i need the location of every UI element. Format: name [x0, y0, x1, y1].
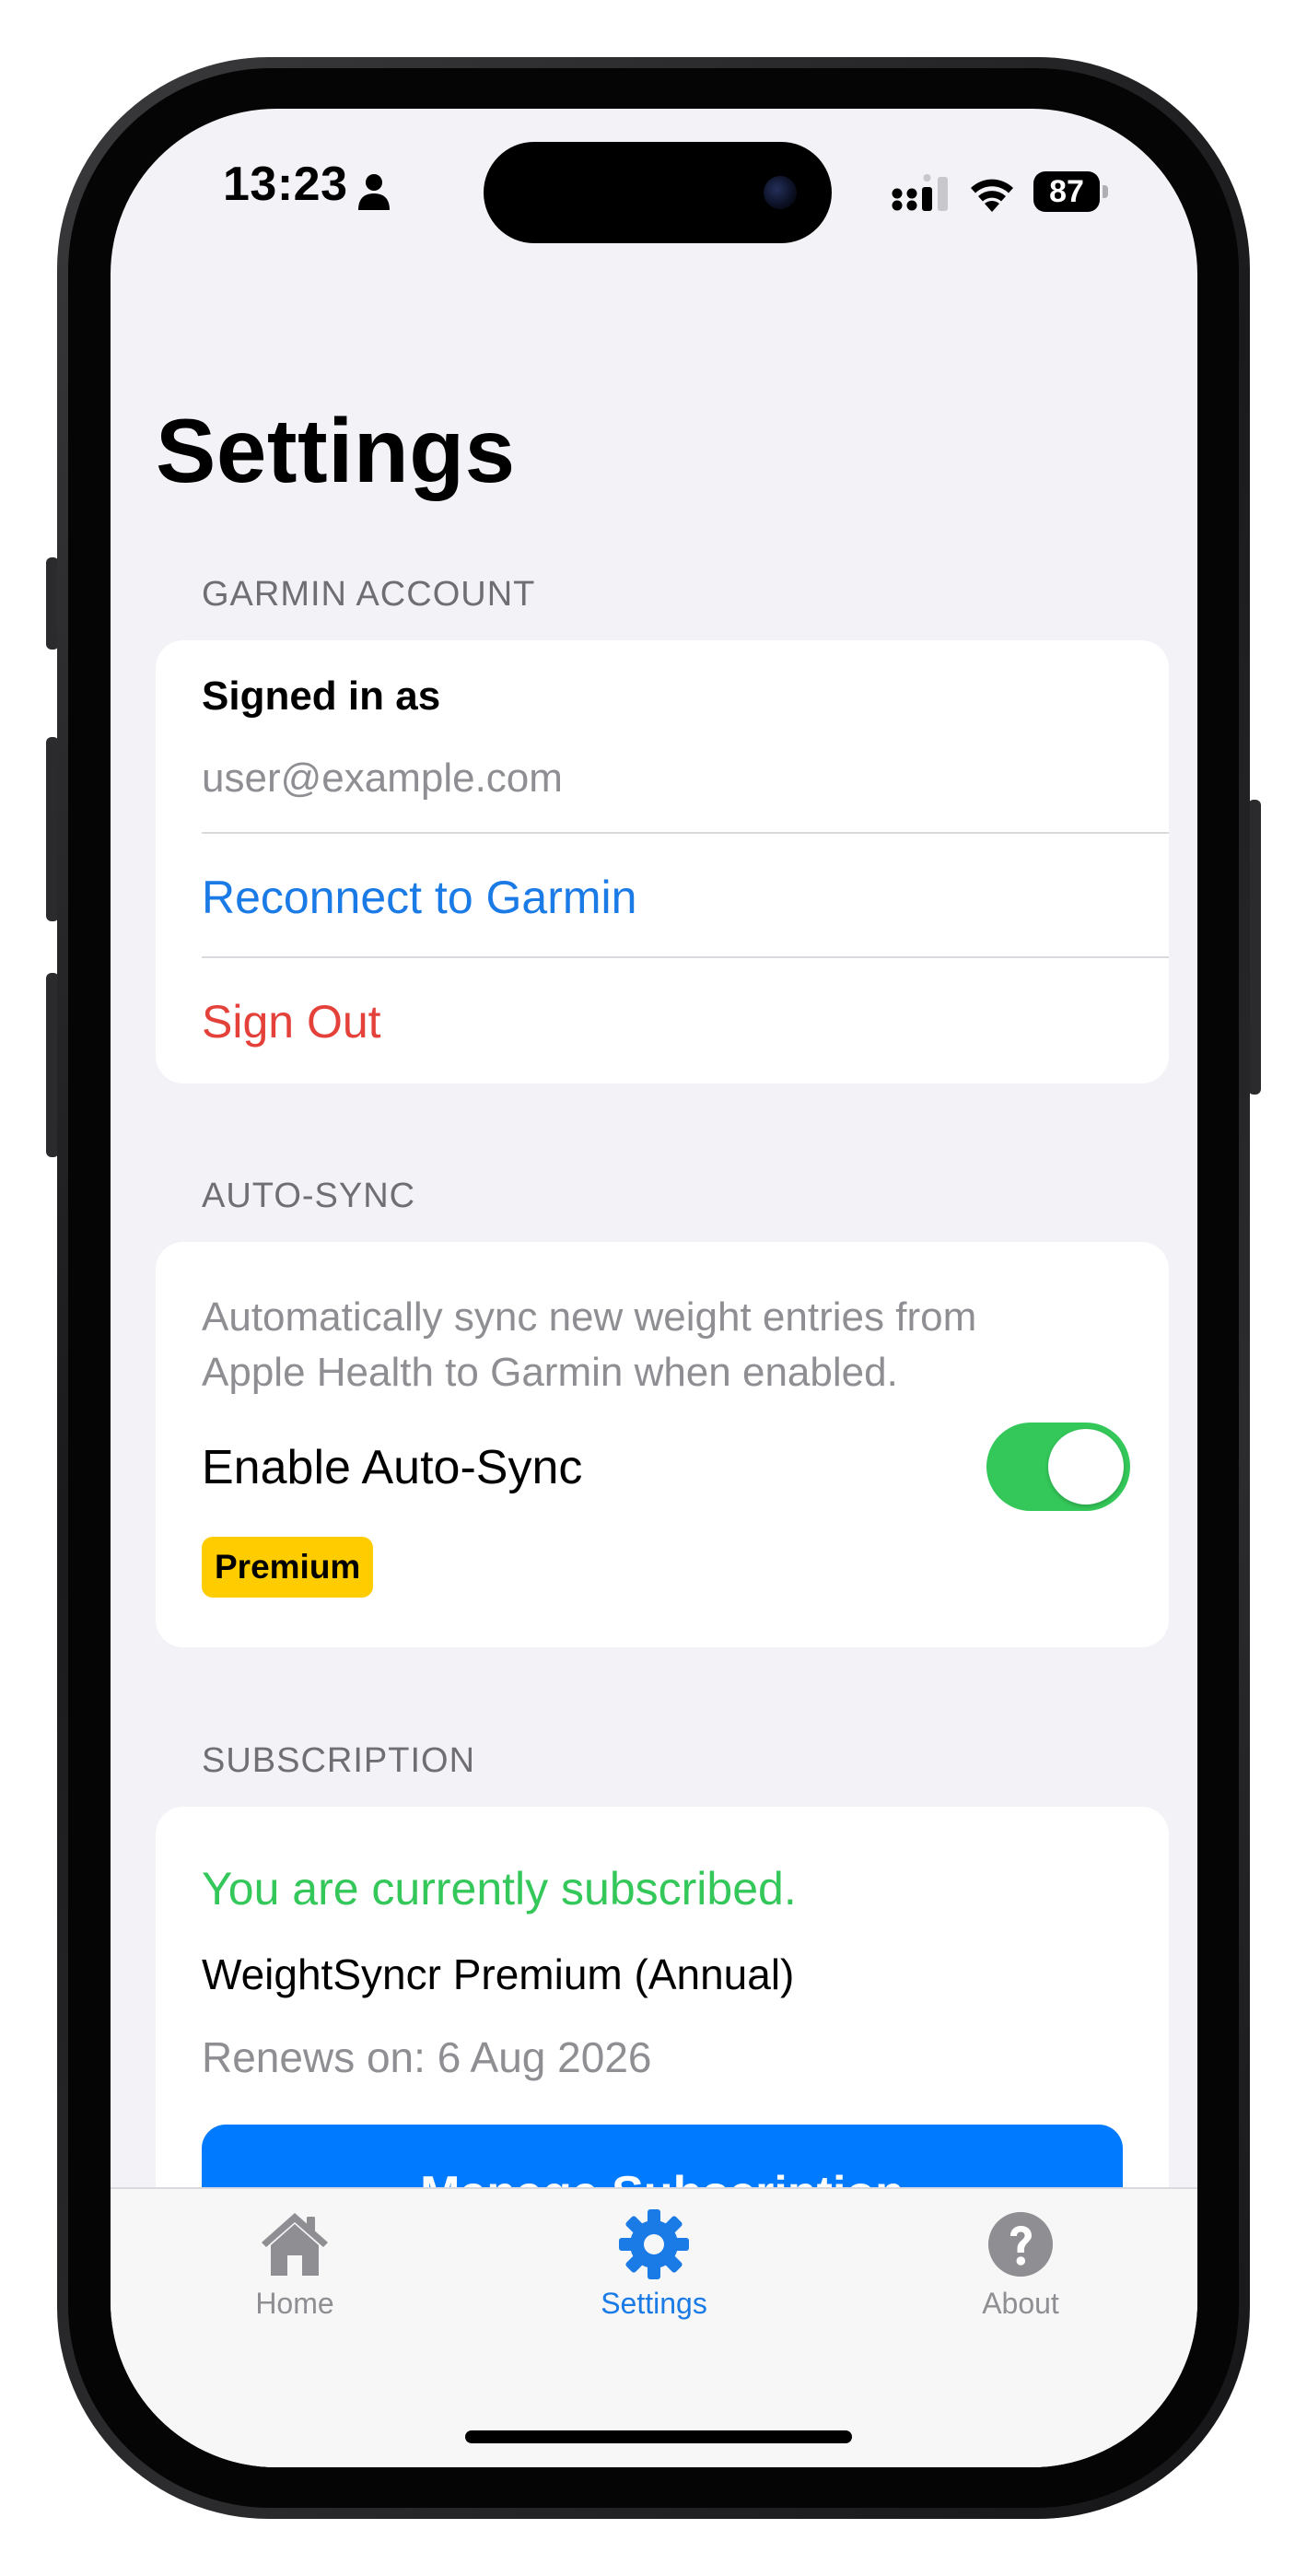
garmin-account-header: GARMIN ACCOUNT [202, 575, 536, 614]
tab-about-label: About [982, 2287, 1059, 2320]
subscription-plan: WeightSyncr Premium (Annual) [202, 1950, 795, 1998]
phone-screen: 13:23 87 Settings GARMIN ACCOUNT Signed … [111, 109, 1197, 2467]
subscription-renewal-date: Renews on: 6 Aug 2026 [202, 2033, 652, 2081]
garmin-account-card: Signed in as user@example.com Reconnect … [156, 640, 1169, 1083]
auto-sync-card: Automatically sync new weight entries fr… [156, 1242, 1169, 1647]
auto-sync-toggle-label: Enable Auto-Sync [202, 1441, 583, 1494]
subscription-header: SUBSCRIPTION [202, 1741, 476, 1780]
tab-home[interactable]: Home [184, 2207, 405, 2346]
battery-nub [1103, 185, 1108, 198]
person-icon [358, 174, 390, 210]
premium-badge: Premium [202, 1537, 374, 1598]
home-indicator[interactable] [465, 2430, 852, 2443]
house-icon [262, 2213, 328, 2276]
signed-in-email: user@example.com [202, 755, 563, 801]
question-circle-icon [988, 2212, 1053, 2277]
tab-settings-label: Settings [601, 2287, 707, 2320]
page-title: Settings [156, 400, 516, 501]
camera-icon [764, 176, 797, 209]
tab-home-label: Home [255, 2287, 334, 2320]
divider [202, 956, 1169, 958]
status-time: 13:23 [223, 158, 348, 211]
wifi-icon [971, 179, 1013, 212]
cellular-signal-icon [892, 174, 948, 211]
side-button [1248, 800, 1261, 1095]
auto-sync-description: Automatically sync new weight entries fr… [202, 1294, 977, 1395]
subscription-status: You are currently subscribed. [202, 1863, 797, 1914]
gear-icon [619, 2209, 689, 2279]
signed-in-label: Signed in as [202, 673, 441, 719]
tab-settings[interactable]: Settings [543, 2207, 764, 2346]
battery-level: 87 [1033, 171, 1100, 212]
toggle-knob [1048, 1429, 1124, 1505]
auto-sync-header: AUTO-SYNC [202, 1177, 416, 1215]
auto-sync-toggle[interactable] [986, 1423, 1130, 1511]
divider [202, 832, 1169, 834]
tab-bar: Home Settings About [111, 2187, 1197, 2467]
dynamic-island [484, 142, 832, 243]
reconnect-garmin-button[interactable]: Reconnect to Garmin [202, 871, 636, 924]
tab-about[interactable]: About [910, 2207, 1131, 2346]
sign-out-button[interactable]: Sign Out [202, 995, 381, 1048]
battery-icon: 87 [1033, 171, 1108, 212]
